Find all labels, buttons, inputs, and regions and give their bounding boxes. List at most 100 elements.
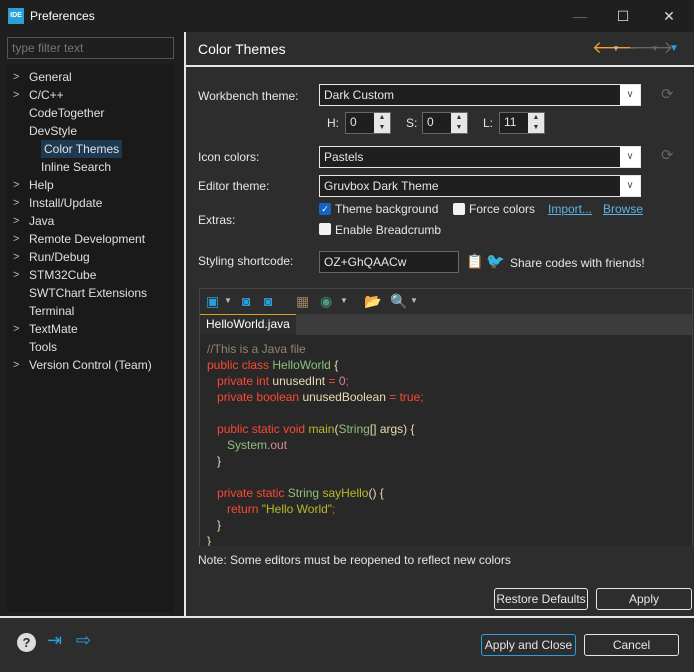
icon-colors-select[interactable]: Pastels ∨ [319,146,641,168]
help-icon[interactable]: ? [17,633,36,652]
tree-item[interactable]: > Remote Development [7,230,174,248]
force-colors-label[interactable]: Force colors [469,202,535,216]
icon-colors-value: Pastels [324,150,364,164]
workbench-theme-label: Workbench theme: [198,89,299,103]
note-text: Note: Some editors must be reopened to r… [198,553,511,567]
tree-item[interactable]: > C/C++ [7,86,174,104]
l-value: 11 [504,115,517,129]
enable-breadcrumb-checkbox[interactable] [319,223,331,235]
h-spinner[interactable]: 0 ▲ ▼ [345,112,391,134]
force-colors-checkbox[interactable] [453,203,465,215]
tree-item[interactable]: CodeTogether [7,104,174,122]
chevron-right-icon[interactable]: > [13,320,19,338]
chevron-right-icon[interactable]: > [13,86,19,104]
editor-theme-select[interactable]: Gruvbox Dark Theme ∨ [319,175,641,197]
tree-item[interactable]: Terminal [7,302,174,320]
enable-breadcrumb-label[interactable]: Enable Breadcrumb [335,223,441,237]
extras-label: Extras: [198,213,236,227]
chevron-right-icon[interactable]: > [13,248,19,266]
search-icon[interactable]: 🔍 [390,293,407,309]
maximize-button[interactable]: ☐ [613,6,633,26]
twitter-icon[interactable]: 🐦 [486,252,505,270]
new-class-icon[interactable]: ◉ [320,293,332,309]
save-all-icon[interactable]: ◙ [264,293,272,309]
editor-toolbar: ▣ ▼ ◙ ◙ ▦ ◉ ▼ 📂 🔍 ▼ [200,289,692,313]
tree-item[interactable]: Tools [7,338,174,356]
open-folder-icon[interactable]: 📂 [364,293,381,309]
tree-item-label: Color Themes [41,140,123,158]
editor-preview: ▣ ▼ ◙ ◙ ▦ ◉ ▼ 📂 🔍 ▼ HelloWorld.java //Th… [199,288,693,546]
tree-item-label: Tools [29,340,58,354]
refresh-icon[interactable]: ⟳ [661,85,674,103]
tree-item-label: Version Control (Team) [29,358,152,372]
header-divider [186,65,694,67]
tree-item-label: Run/Debug [29,250,90,264]
import-link[interactable]: Import... [548,202,592,216]
tab-helloworld-java[interactable]: HelloWorld.java [200,314,296,335]
tree-item[interactable]: Color Themes [41,140,174,158]
chevron-down-icon: ∨ [620,147,640,167]
tree-item[interactable]: > TextMate [7,320,174,338]
tree-item-label: Java [29,214,55,228]
save-icon[interactable]: ◙ [242,293,250,309]
browse-link[interactable]: Browse [603,202,643,216]
chevron-down-icon: ∨ [620,85,640,105]
tree-item[interactable]: Inline Search [41,158,174,176]
main-panel: Color Themes 🡐 ▼ 🡒 ▼ ▼ Workbench theme: … [186,32,694,616]
tree-item[interactable]: > Run/Debug [7,248,174,266]
new-project-icon[interactable]: ▦ [296,293,309,309]
app-logo: IDE [8,8,24,24]
cancel-button[interactable]: Cancel [584,634,679,656]
preference-tree: > General > C/C++ CodeTogether DevStyle Color … [7,64,174,612]
styling-shortcode-input[interactable]: OZ+GhQAACw [319,251,459,273]
spinner-arrows-icon[interactable]: ▲ ▼ [451,113,467,133]
theme-background-label[interactable]: Theme background [335,202,438,216]
share-codes-link[interactable]: Share codes with friends! [510,256,645,270]
spinner-arrows-icon[interactable]: ▲ ▼ [528,113,544,133]
tree-item[interactable]: > Install/Update [7,194,174,212]
chevron-down-icon[interactable]: ▼ [340,293,348,309]
chevron-right-icon[interactable]: > [13,194,19,212]
refresh-icon[interactable]: ⟳ [661,146,674,164]
chevron-right-icon[interactable]: > [13,266,19,284]
apply-and-close-button[interactable]: Apply and Close [481,634,576,656]
export-icon[interactable]: ⇨ [76,630,91,651]
theme-background-checkbox[interactable]: ✓ [319,203,331,215]
tree-item-label: Help [29,178,54,192]
import-icon[interactable]: ⇥ [47,630,62,651]
chevron-right-icon[interactable]: > [13,212,19,230]
minimize-button[interactable]: — [570,6,590,26]
chevron-right-icon[interactable]: > [13,176,19,194]
tree-item-label: Install/Update [29,196,103,210]
apply-button[interactable]: Apply [596,588,692,610]
workbench-theme-select[interactable]: Dark Custom ∨ [319,84,641,106]
forward-menu-chevron-icon[interactable]: ▼ [651,44,659,53]
new-file-icon[interactable]: ▣ [206,293,219,309]
tree-item-label: Remote Development [29,232,146,246]
editor-theme-label: Editor theme: [198,179,270,193]
chevron-right-icon[interactable]: > [13,68,19,86]
tree-item[interactable]: > General [7,68,174,86]
tree-item[interactable]: DevStyle [7,122,174,140]
tree-item[interactable]: > Version Control (Team) [7,356,174,374]
tree-item[interactable]: > Help [7,176,174,194]
clipboard-icon[interactable]: 📋 [466,253,483,270]
back-menu-chevron-icon[interactable]: ▼ [612,44,620,53]
tree-item[interactable]: SWTChart Extensions [7,284,174,302]
view-menu-icon[interactable]: ▼ [669,43,679,54]
tree-item-label: Inline Search [41,160,112,174]
filter-input[interactable] [7,37,174,59]
chevron-right-icon[interactable]: > [13,356,19,374]
close-button[interactable]: ✕ [659,6,679,26]
l-spinner[interactable]: 11 ▲ ▼ [499,112,545,134]
restore-defaults-button[interactable]: Restore Defaults [494,588,588,610]
tree-item[interactable]: > Java [7,212,174,230]
chevron-down-icon[interactable]: ▼ [410,293,418,309]
dialog-footer: ? ⇥ ⇨ Apply and Close Cancel [0,618,694,672]
chevron-right-icon[interactable]: > [13,230,19,248]
tree-item[interactable]: > STM32Cube [7,266,174,284]
chevron-down-icon[interactable]: ▼ [224,293,232,309]
s-spinner[interactable]: 0 ▲ ▼ [422,112,468,134]
h-label: H: [327,116,339,130]
spinner-arrows-icon[interactable]: ▲ ▼ [374,113,390,133]
